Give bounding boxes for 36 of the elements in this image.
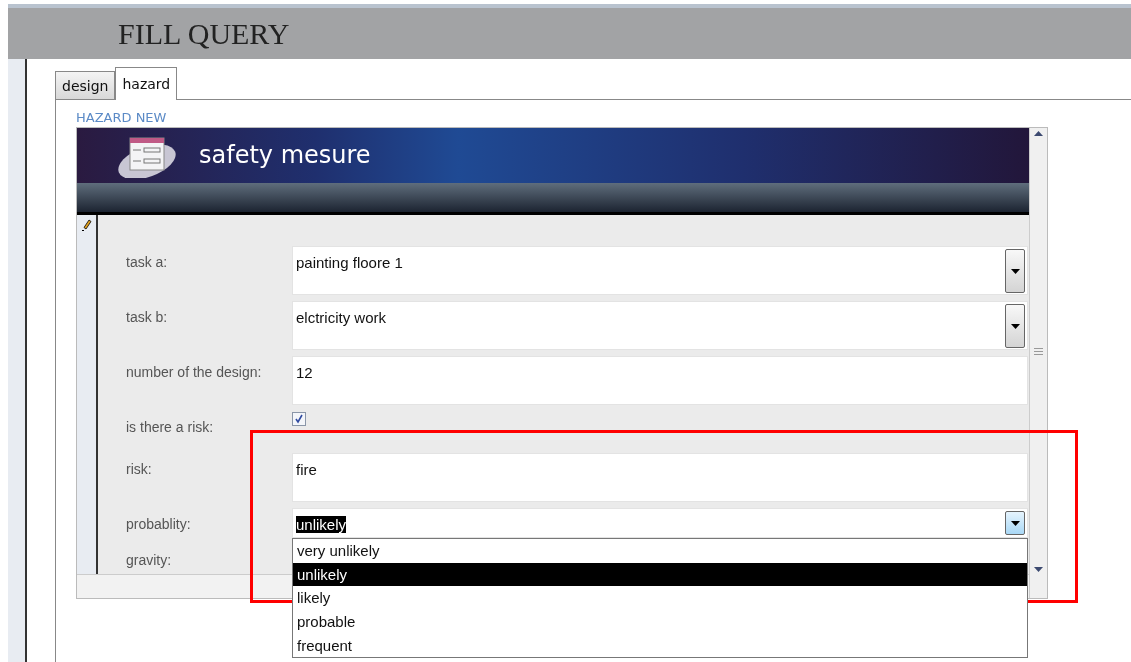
form-caption: HAZARD NEW bbox=[76, 110, 168, 127]
tab[interactable]: hazard bbox=[115, 67, 178, 100]
dropdown-button[interactable] bbox=[1005, 249, 1025, 294]
vertical-scrollbar[interactable] bbox=[1029, 128, 1047, 598]
form-title: safety mesure bbox=[199, 141, 371, 170]
caret-icon bbox=[1010, 520, 1020, 526]
field-label: task b: bbox=[126, 308, 169, 328]
field-label: risk: bbox=[126, 460, 153, 480]
field-value: unlikely bbox=[296, 516, 347, 534]
caret-icon bbox=[1010, 323, 1020, 329]
field-value: 12 bbox=[296, 364, 313, 382]
combo-box[interactable]: unlikely bbox=[292, 508, 1028, 539]
caret-icon bbox=[1034, 131, 1043, 136]
dropdown-button[interactable] bbox=[1005, 511, 1025, 536]
field-label: probablity: bbox=[126, 515, 192, 535]
combo-box[interactable]: elctricity work bbox=[292, 301, 1028, 351]
combo-box[interactable]: painting floore 1 bbox=[292, 246, 1028, 296]
dropdown-option[interactable]: unlikely bbox=[293, 562, 1027, 587]
window-title: FILL QUERY bbox=[118, 16, 290, 51]
field-value: painting floore 1 bbox=[296, 254, 403, 272]
field-label: is there a risk: bbox=[126, 418, 215, 438]
pencil-icon bbox=[81, 219, 92, 232]
checkbox[interactable] bbox=[292, 412, 306, 427]
text-field[interactable]: 12 bbox=[292, 356, 1028, 406]
text-field[interactable]: fire bbox=[292, 453, 1028, 503]
tab[interactable]: design bbox=[55, 71, 116, 99]
record-selector[interactable] bbox=[77, 215, 98, 575]
dropdown-button[interactable] bbox=[1005, 304, 1025, 349]
field-value: elctricity work bbox=[296, 309, 386, 327]
field-label: gravity: bbox=[126, 551, 173, 571]
caret-icon bbox=[1034, 567, 1043, 572]
caret-icon bbox=[1010, 268, 1020, 274]
field-label: number of the design: bbox=[126, 363, 263, 383]
grip-icon bbox=[1034, 348, 1043, 355]
field-value: fire bbox=[296, 461, 317, 479]
field-label: task a: bbox=[126, 253, 169, 273]
